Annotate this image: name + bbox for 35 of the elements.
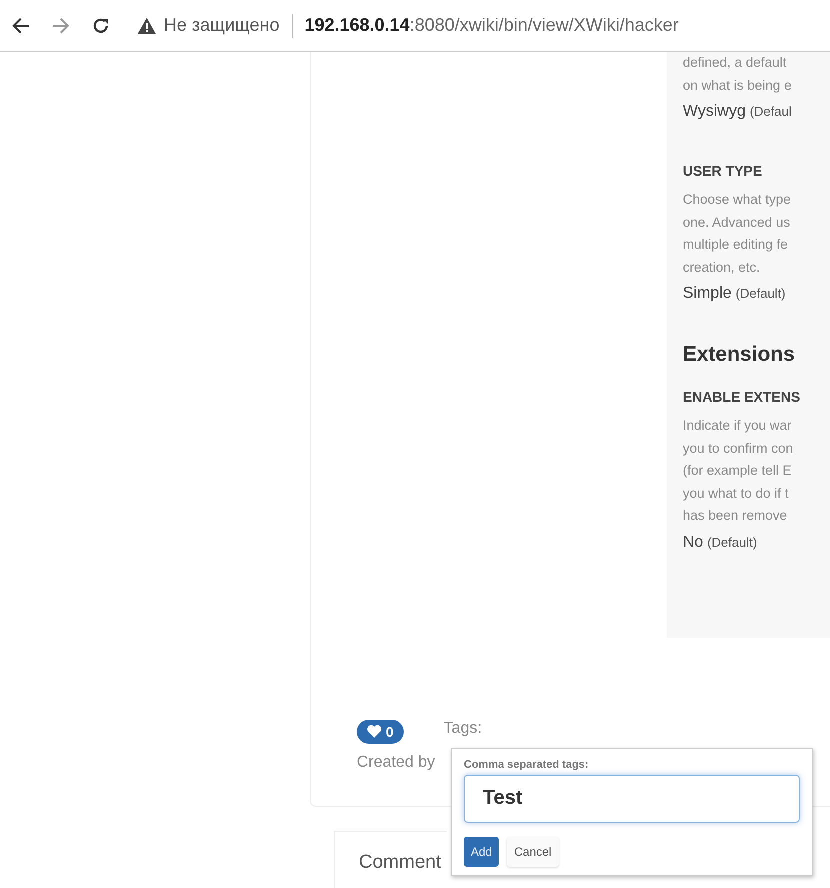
default-label: (Defaul bbox=[750, 104, 792, 119]
like-button[interactable]: 0 bbox=[357, 720, 404, 744]
tags-input[interactable]: Test bbox=[464, 774, 800, 822]
field-description-line: defined, a default bbox=[683, 54, 787, 72]
field-value: No bbox=[683, 534, 704, 552]
heart-icon bbox=[367, 725, 382, 738]
security-label[interactable]: Не защищено bbox=[164, 15, 280, 36]
field-description-line: Indicate if you war bbox=[683, 417, 792, 435]
field-description-line: on what is being e bbox=[683, 76, 792, 95]
reload-icon[interactable] bbox=[92, 16, 110, 34]
field-description-line: creation, etc. bbox=[683, 258, 760, 276]
field-description-line: (for example tell E bbox=[683, 462, 792, 480]
created-by-text: Created by bbox=[357, 754, 436, 772]
field-description-line: Choose what type bbox=[683, 191, 792, 209]
field-value: Simple bbox=[683, 285, 732, 303]
comments-tab[interactable]: Comment bbox=[334, 830, 447, 888]
add-button[interactable]: Add bbox=[464, 836, 500, 866]
field-description-line: you what to do if t bbox=[683, 484, 789, 503]
cancel-button[interactable]: Cancel bbox=[507, 836, 559, 866]
field-value: Wysiwyg bbox=[683, 103, 746, 121]
field-description-line: multiple editing fe bbox=[683, 236, 788, 254]
field-description-line: has been remove bbox=[683, 507, 788, 525]
field-title: USER TYPE bbox=[683, 163, 762, 179]
default-label: (Default) bbox=[707, 534, 758, 550]
field-title: ENABLE EXTENS bbox=[683, 389, 800, 405]
tags-label: Tags: bbox=[444, 720, 482, 738]
section-heading: Extensions bbox=[683, 343, 796, 367]
field-description-line: one. Advanced us bbox=[683, 214, 790, 232]
warning-icon bbox=[138, 18, 156, 34]
back-icon[interactable] bbox=[12, 16, 30, 34]
forward-icon[interactable] bbox=[52, 16, 70, 34]
default-label: (Default) bbox=[736, 286, 786, 301]
field-description-line: you to confirm con bbox=[683, 440, 794, 458]
url-text[interactable]: 192.168.0.14:8080/xwiki/bin/view/XWiki/hacker bbox=[304, 15, 679, 36]
tags-field-label: Comma separated tags: bbox=[464, 758, 589, 770]
